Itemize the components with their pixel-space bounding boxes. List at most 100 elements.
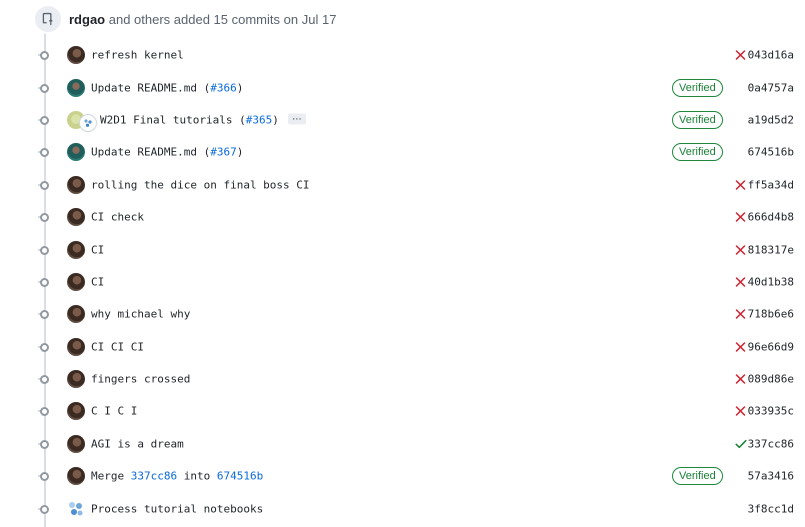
x-icon[interactable] [735, 50, 746, 61]
commit-message[interactable]: rolling the dice on final boss CI [91, 178, 310, 191]
commit-sha-link[interactable]: 666d4b8 [748, 211, 794, 224]
commit-sha-link[interactable]: 033935c [748, 405, 794, 418]
commit-message-text[interactable]: fingers crossed [91, 373, 190, 386]
expand-message-button[interactable]: … [287, 112, 306, 125]
commit-message[interactable]: CI [91, 275, 104, 288]
author-link[interactable]: rdgao [69, 12, 105, 27]
commit-sha-link[interactable]: 337cc86 [748, 437, 794, 450]
x-icon[interactable] [735, 212, 746, 223]
pull-request-link[interactable]: #365 [246, 113, 273, 126]
commit-message[interactable]: why michael why [91, 308, 190, 321]
commit-message[interactable]: Process tutorial notebooks [91, 502, 263, 515]
commit-row[interactable]: Update README.md (#367) Verified 674516b [0, 136, 805, 168]
commit-message-text[interactable]: W2D1 Final tutorials ( [100, 113, 246, 126]
commit-message-text[interactable]: why michael why [91, 308, 190, 321]
commit-message-text[interactable]: Update README.md ( [91, 146, 210, 159]
commit-message-text[interactable]: CI [91, 275, 104, 288]
x-icon[interactable] [735, 406, 746, 417]
commit-sha-link[interactable]: a19d5d2 [748, 113, 794, 126]
x-icon[interactable] [735, 374, 746, 385]
commit-row[interactable]: rolling the dice on final boss CI ff5a34d [0, 169, 805, 201]
commit-message-text[interactable]: CI [91, 243, 104, 256]
commit-message[interactable]: Update README.md (#367) [91, 146, 243, 159]
commit-message-text[interactable]: CI check [91, 211, 144, 224]
commit-message[interactable]: AGI is a dream [91, 437, 184, 450]
commit-message-text[interactable]: ) [272, 113, 279, 126]
commit-sha-link[interactable]: 718b6e6 [748, 308, 794, 321]
commit-sha-link[interactable]: 3f8cc1d [748, 502, 794, 515]
commit-message[interactable]: Merge 337cc86 into 674516b [91, 470, 263, 483]
x-icon[interactable] [735, 179, 746, 190]
commit-sha-link[interactable]: 674516b [748, 146, 794, 159]
commit-message[interactable]: fingers crossed [91, 373, 190, 386]
commit-row[interactable]: AGI is a dream 337cc86 [0, 428, 805, 460]
commit-message[interactable]: W2D1 Final tutorials (#365) … [100, 112, 306, 126]
commit-message[interactable]: refresh kernel [91, 49, 184, 62]
pull-request-link[interactable]: #366 [210, 81, 237, 94]
verified-badge[interactable]: Verified [672, 467, 723, 486]
verified-badge[interactable]: Verified [672, 78, 723, 97]
commit-message-text[interactable]: rolling the dice on final boss CI [91, 178, 310, 191]
commit-sha-link[interactable]: 818317e [748, 243, 794, 256]
commit-message-text[interactable]: Merge [91, 470, 131, 483]
commit-sha-link[interactable]: 0a4757a [748, 81, 794, 94]
commit-row[interactable]: CI 40d1b38 [0, 266, 805, 298]
commit-message[interactable]: CI [91, 243, 104, 256]
avatar[interactable] [67, 78, 85, 97]
commit-row[interactable]: Merge 337cc86 into 674516b Verified 57a341… [0, 460, 805, 492]
avatar[interactable] [67, 402, 85, 421]
x-icon[interactable] [735, 341, 746, 352]
avatar[interactable] [67, 337, 85, 356]
commit-sha-link[interactable]: 57a3416 [748, 470, 794, 483]
avatar[interactable] [67, 272, 85, 291]
commit-row[interactable]: CI check 666d4b8 [0, 201, 805, 233]
commit-message[interactable]: C I C I [91, 405, 137, 418]
pull-request-link[interactable]: #367 [210, 146, 237, 159]
commit-message[interactable]: Update README.md (#366) [91, 81, 243, 94]
commit-sha-link[interactable]: 96e66d9 [748, 340, 794, 353]
x-icon[interactable] [735, 276, 746, 287]
commit-row[interactable]: CI 818317e [0, 233, 805, 265]
commit-row[interactable]: why michael why 718b6e6 [0, 298, 805, 330]
commit-message-text[interactable]: Process tutorial notebooks [91, 502, 263, 515]
commit-sha-link[interactable]: ff5a34d [748, 178, 794, 191]
commit-row[interactable]: Process tutorial notebooks 3f8cc1d [0, 492, 805, 524]
commit-sha-link[interactable]: 089d86e [748, 373, 794, 386]
avatar[interactable] [67, 46, 85, 65]
verified-badge[interactable]: Verified [672, 110, 723, 129]
commit-sha-link[interactable]: 40d1b38 [748, 275, 794, 288]
commit-row[interactable]: fingers crossed 089d86e [0, 363, 805, 395]
avatar[interactable] [67, 467, 85, 486]
commit-row[interactable]: CI CI CI 96e66d9 [0, 331, 805, 363]
commit-row[interactable]: C I C I 033935c [0, 395, 805, 427]
avatar[interactable] [67, 305, 85, 324]
commit-message-text[interactable]: into [177, 470, 217, 483]
commit-message-text[interactable]: refresh kernel [91, 49, 184, 62]
commit-ref-link[interactable]: 674516b [217, 470, 263, 483]
avatar[interactable] [67, 175, 85, 194]
co-author-avatars[interactable] [67, 110, 97, 132]
avatar[interactable] [79, 113, 97, 132]
commit-message-text[interactable]: CI CI CI [91, 340, 144, 353]
x-icon[interactable] [735, 244, 746, 255]
commit-message-text[interactable]: C I C I [91, 405, 137, 418]
avatar[interactable] [67, 143, 85, 162]
commit-message-text[interactable]: Update README.md ( [91, 81, 210, 94]
commit-message-text[interactable]: ) [237, 81, 244, 94]
x-icon[interactable] [735, 309, 746, 320]
avatar[interactable] [67, 370, 85, 389]
commit-row[interactable]: refresh kernel 043d16a [0, 39, 805, 71]
check-icon[interactable] [735, 438, 747, 449]
commit-row[interactable]: Update README.md (#366) Verified 0a4757a [0, 71, 805, 103]
commit-message-text[interactable]: AGI is a dream [91, 437, 184, 450]
verified-badge[interactable]: Verified [672, 143, 723, 162]
commit-message[interactable]: CI check [91, 211, 144, 224]
commit-ref-link[interactable]: 337cc86 [131, 470, 177, 483]
commit-message[interactable]: CI CI CI [91, 340, 144, 353]
bot-avatar[interactable] [67, 500, 85, 518]
avatar[interactable] [67, 434, 85, 453]
commit-message-text[interactable]: ) [237, 146, 244, 159]
avatar[interactable] [67, 240, 85, 259]
avatar[interactable] [67, 208, 85, 227]
commit-row[interactable]: W2D1 Final tutorials (#365) … Verified a19d… [0, 104, 805, 136]
